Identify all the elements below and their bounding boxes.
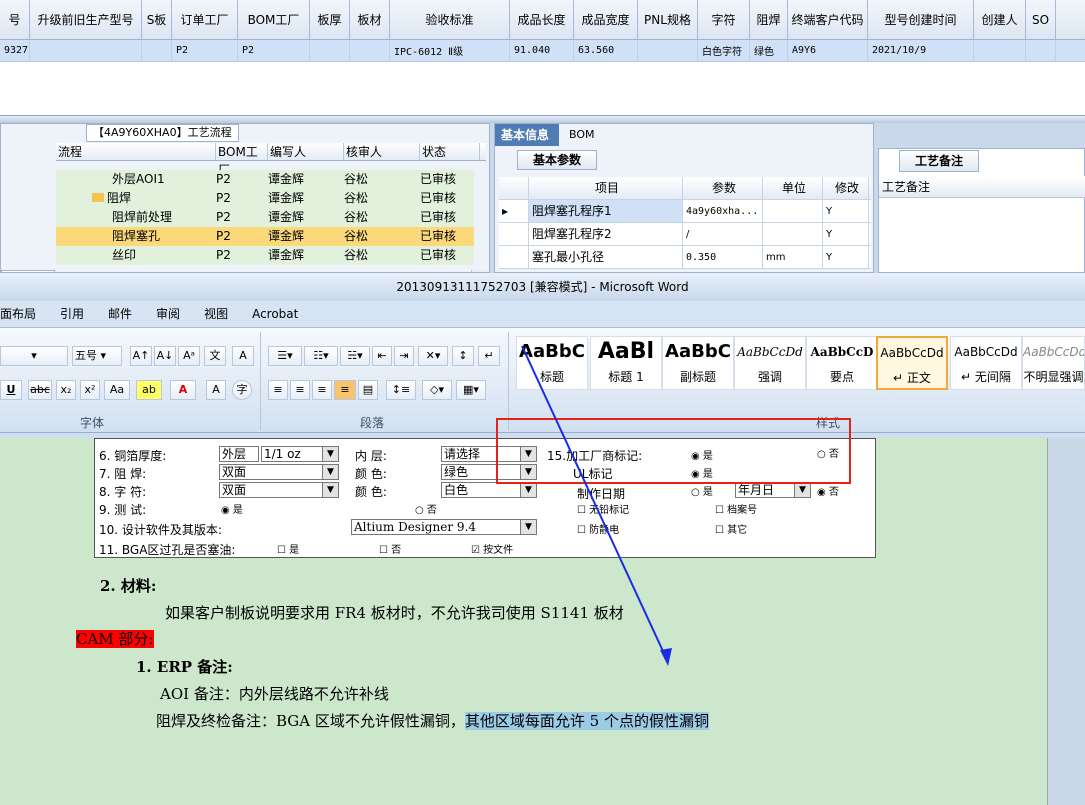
annotation-arrow bbox=[521, 345, 672, 666]
arrow-head-icon bbox=[660, 648, 672, 666]
arrow-line bbox=[521, 345, 669, 663]
